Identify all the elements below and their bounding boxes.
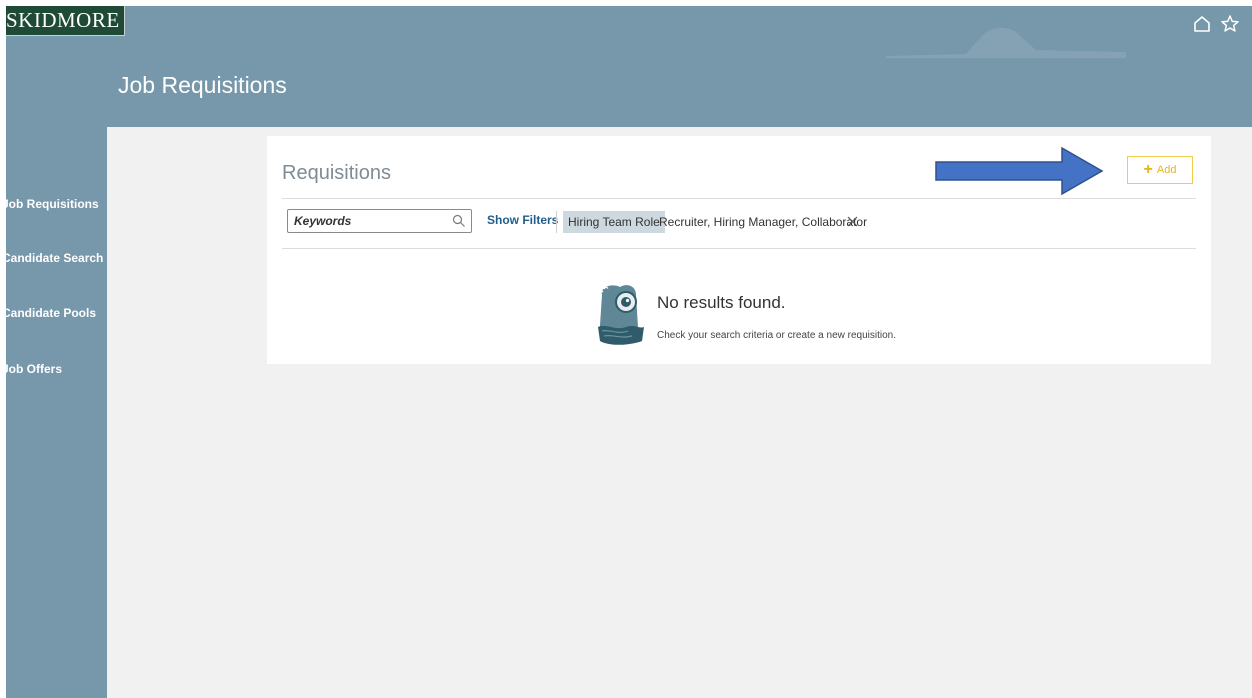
sidebar-item-job-offers[interactable]: Job Offers	[6, 358, 107, 380]
cloud-decoration-icon	[886, 27, 1126, 58]
star-icon[interactable]	[1220, 14, 1240, 34]
show-filters-link[interactable]: Show Filters	[487, 213, 558, 227]
keywords-input[interactable]	[288, 210, 448, 232]
search-icon[interactable]	[452, 214, 466, 228]
filter-bar-divider	[282, 248, 1196, 249]
sidebar-item-candidate-pools[interactable]: Candidate Pools	[6, 302, 107, 324]
keywords-search-box	[287, 209, 472, 233]
sidebar-item-candidate-search[interactable]: Candidate Search	[6, 247, 107, 269]
binoculars-illustration-icon	[595, 285, 644, 345]
add-button-label: Add	[1156, 164, 1177, 176]
filter-chip-label: Hiring Team Role	[563, 211, 665, 233]
add-requisition-button[interactable]: + Add	[1127, 156, 1193, 184]
no-results-title: No results found.	[657, 293, 786, 312]
sidebar: Job Requisitions Candidate Search Candid…	[6, 127, 107, 698]
home-icon[interactable]	[1192, 14, 1212, 34]
sidebar-item-job-requisitions[interactable]: Job Requisitions	[6, 193, 107, 215]
remove-filter-icon[interactable]	[847, 216, 858, 227]
skidmore-logo[interactable]: SKIDMORE	[6, 6, 125, 36]
app-frame: SKIDMORE Job Requisitions Job Requisitio…	[6, 6, 1252, 698]
no-results-hint: Check your search criteria or create a n…	[657, 330, 896, 341]
page-title: Job Requisitions	[118, 72, 287, 98]
filter-separator	[556, 211, 557, 233]
panel-header-divider	[282, 198, 1196, 199]
filter-chip-value: Recruiter, Hiring Manager, Collaborator	[659, 215, 868, 229]
header-banner: SKIDMORE Job Requisitions	[6, 6, 1252, 127]
right-arrow-icon	[935, 146, 1104, 196]
panel-title: Requisitions	[282, 162, 391, 184]
plus-icon: +	[1143, 161, 1153, 178]
